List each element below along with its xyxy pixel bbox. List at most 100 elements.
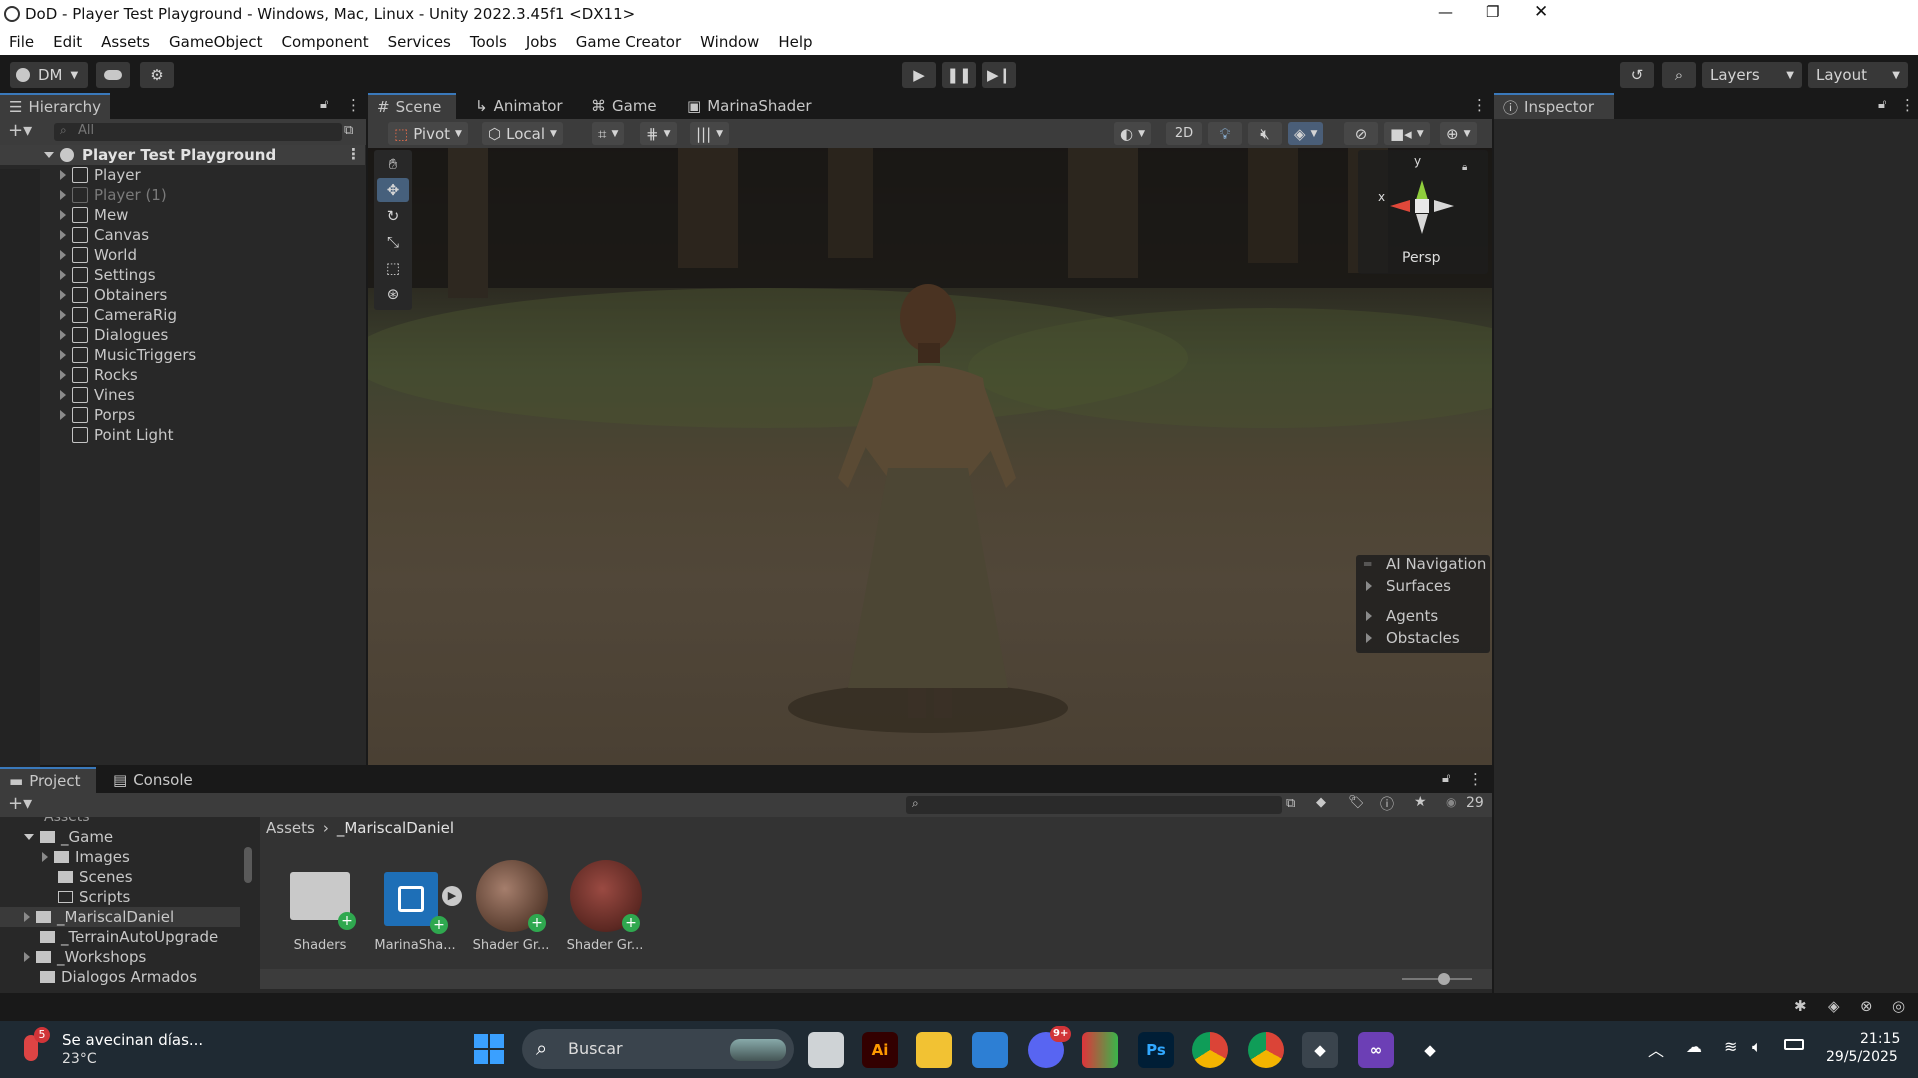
expand-arrow-icon[interactable] <box>60 330 66 340</box>
draw-mode-dropdown[interactable]: ◐ ▼ <box>1114 122 1152 145</box>
menu-tools[interactable]: Tools <box>470 33 507 51</box>
view-tool-button[interactable]: ✋︎ <box>377 152 409 176</box>
rect-tool-button[interactable]: ⬚ <box>377 256 409 280</box>
hierarchy-item[interactable]: World <box>0 245 365 265</box>
asset-item[interactable]: + Shaders <box>280 860 360 953</box>
project-tree-item[interactable]: Images <box>0 847 240 867</box>
lock-icon[interactable]: 🔓︎ <box>1442 771 1450 786</box>
onedrive-icon[interactable]: ☁︎ <box>1686 1037 1702 1056</box>
project-search-input[interactable]: ⌕ <box>906 796 1282 814</box>
hierarchy-item[interactable]: Canvas <box>0 225 365 245</box>
project-tree-item-selected[interactable]: _MariscalDaniel <box>0 907 240 927</box>
expand-arrow-icon[interactable] <box>60 370 66 380</box>
start-button[interactable] <box>474 1034 504 1064</box>
increment-snap-button[interactable]: ⋕ ▼ <box>640 122 677 145</box>
wifi-icon[interactable]: ≋ <box>1724 1037 1737 1056</box>
expand-arrow-icon[interactable] <box>24 834 34 840</box>
microsoft-store-icon[interactable] <box>972 1032 1008 1068</box>
tab-animator[interactable]: ↳ Animator <box>466 93 572 119</box>
project-tree-item[interactable]: _Workshops <box>0 947 240 967</box>
maximize-button[interactable]: ❐ <box>1486 3 1499 21</box>
hierarchy-item[interactable]: Point Light <box>0 425 365 445</box>
project-tree-item[interactable]: _TerrainAutoUpgrade <box>0 927 240 947</box>
more-icon[interactable]: ⋮ <box>346 96 361 114</box>
project-tree-item[interactable]: Scripts <box>0 887 240 907</box>
project-tree-item[interactable]: Dialogos Armados <box>0 967 240 987</box>
project-tree-item[interactable]: _Game <box>0 827 240 847</box>
rotate-tool-button[interactable]: ↻ <box>377 204 409 228</box>
hierarchy-item[interactable]: Porps <box>0 405 365 425</box>
task-view-icon[interactable] <box>808 1032 844 1068</box>
zoom-track[interactable] <box>1402 978 1472 980</box>
asset-item[interactable]: ▶ + MarinaSha... <box>370 860 462 953</box>
check-status-icon[interactable]: ◎ <box>1892 997 1905 1015</box>
pause-button[interactable]: ❚❚ <box>942 62 976 88</box>
tab-hierarchy[interactable]: ☰ Hierarchy <box>0 93 110 119</box>
minimize-button[interactable]: — <box>1438 3 1453 21</box>
expand-arrow-icon[interactable] <box>60 270 66 280</box>
close-button[interactable]: ✕ <box>1534 2 1548 22</box>
battery-icon[interactable] <box>1784 1039 1804 1050</box>
lighting-toggle[interactable]: 💡︎ <box>1208 122 1242 145</box>
eye-icon[interactable]: ◉ <box>1446 795 1456 809</box>
persp-label[interactable]: Persp <box>1402 250 1441 266</box>
scene-row[interactable]: Player Test Playground ⋮ <box>0 145 365 165</box>
menu-help[interactable]: Help <box>778 33 812 51</box>
more-icon[interactable]: ⋮ <box>1472 96 1487 114</box>
scene-viewport[interactable]: ✋︎ ✥ ↻ ⤡ ⬚ ⊛ y x 🔒︎ Persp ═ AI Navigatio… <box>368 148 1492 765</box>
menu-assets[interactable]: Assets <box>101 33 150 51</box>
expand-arrow-icon[interactable] <box>44 152 54 158</box>
clock-time[interactable]: 21:15 <box>1860 1031 1900 1047</box>
ruler-button[interactable]: ||| ▼ <box>690 122 730 145</box>
gizmos-dropdown[interactable]: ⊕ ▼ <box>1440 122 1477 145</box>
file-explorer-icon[interactable] <box>916 1032 952 1068</box>
warning-icon[interactable]: ⓘ <box>1380 794 1394 814</box>
grid-snap-button[interactable]: ⌗ ▼ <box>592 122 625 145</box>
lock-icon[interactable]: 🔓︎ <box>1878 97 1886 112</box>
step-button[interactable]: ▶❙ <box>982 62 1016 88</box>
ai-nav-surfaces[interactable]: Surfaces <box>1366 577 1451 595</box>
more-icon[interactable]: ⋮ <box>1900 96 1915 114</box>
discord-icon[interactable]: 9+ <box>1028 1026 1072 1068</box>
filter-type-icon[interactable]: ◆ <box>1316 795 1326 810</box>
expand-arrow-icon[interactable] <box>60 230 66 240</box>
scale-tool-button[interactable]: ⤡ <box>377 230 409 254</box>
hierarchy-item[interactable]: Mew <box>0 205 365 225</box>
photoshop-icon[interactable]: Ps <box>1138 1032 1174 1068</box>
tab-scene[interactable]: # Scene <box>368 93 456 119</box>
expand-arrow-icon[interactable] <box>60 190 66 200</box>
more-icon[interactable]: ⋮ <box>346 145 361 163</box>
expand-arrow-icon[interactable] <box>60 170 66 180</box>
collab-button[interactable]: ⚙ <box>140 62 174 88</box>
layers-dropdown[interactable]: Layers ▼ <box>1702 62 1802 88</box>
menu-services[interactable]: Services <box>388 33 451 51</box>
expand-arrow-icon[interactable] <box>60 250 66 260</box>
expand-arrow-icon[interactable] <box>24 952 30 962</box>
tab-game[interactable]: ⌘ Game <box>582 93 666 119</box>
breadcrumb-current[interactable]: _MariscalDaniel <box>337 819 454 837</box>
illustrator-icon[interactable]: Ai <box>862 1032 898 1068</box>
unity-icon[interactable]: ◆ <box>1302 1032 1338 1068</box>
visual-studio-icon[interactable]: ∞ <box>1358 1032 1394 1068</box>
history-button[interactable]: ↺ <box>1620 62 1654 88</box>
search-scope-icon[interactable]: ⧉ <box>1286 796 1295 811</box>
chrome-profile-icon[interactable] <box>1248 1032 1284 1068</box>
menu-edit[interactable]: Edit <box>53 33 82 51</box>
ai-nav-agents[interactable]: Agents <box>1366 607 1438 625</box>
chrome-icon[interactable] <box>1192 1032 1228 1068</box>
hierarchy-item[interactable]: Player (1) <box>0 185 365 205</box>
menu-component[interactable]: Component <box>282 33 369 51</box>
hierarchy-item[interactable]: MusicTriggers <box>0 345 365 365</box>
zoom-slider-handle[interactable] <box>1438 973 1450 985</box>
menu-jobs[interactable]: Jobs <box>526 33 557 51</box>
expand-arrow-icon[interactable] <box>60 290 66 300</box>
star-icon[interactable]: ★ <box>1414 794 1427 810</box>
hierarchy-item[interactable]: Vines <box>0 385 365 405</box>
hierarchy-item[interactable]: Obtainers <box>0 285 365 305</box>
more-icon[interactable]: ⋮ <box>1468 770 1483 788</box>
tab-console[interactable]: ▤ Console <box>104 767 202 793</box>
tab-project[interactable]: ▬ Project <box>0 767 96 793</box>
expand-arrow-icon[interactable] <box>60 390 66 400</box>
pivot-dropdown[interactable]: ⬚ Pivot ▼ <box>388 122 468 145</box>
hierarchy-item[interactable]: CameraRig <box>0 305 365 325</box>
